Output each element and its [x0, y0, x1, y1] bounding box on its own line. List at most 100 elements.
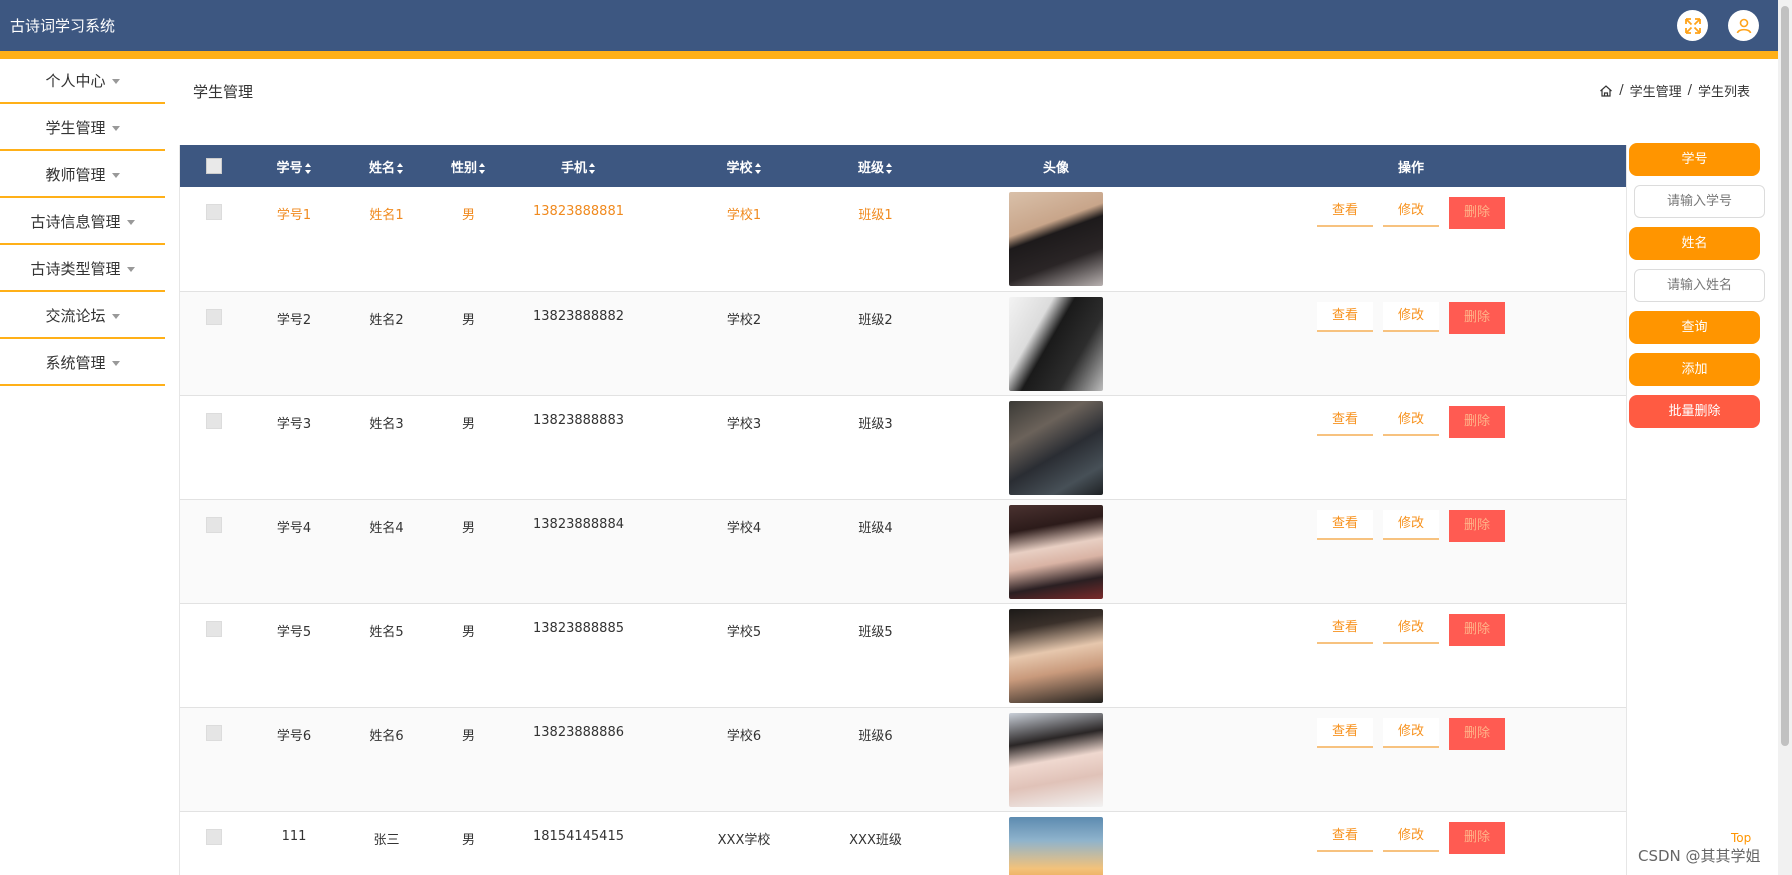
row-checkbox[interactable] [206, 204, 222, 220]
view-button[interactable]: 查看 [1317, 301, 1373, 332]
cell-id: 学号2 [276, 312, 312, 328]
name-search-input[interactable] [1634, 269, 1765, 302]
cell-school: 学校4 [726, 520, 762, 536]
sort-icon[interactable] [589, 162, 596, 174]
cell-gender: 男 [461, 520, 475, 536]
sort-icon[interactable] [754, 162, 762, 174]
sidebar-item-teacher-management[interactable]: 教师管理 [0, 153, 165, 198]
row-checkbox[interactable] [206, 724, 222, 741]
cell-phone: 18154145415 [533, 828, 624, 844]
column-header-label: 学号 [276, 160, 303, 176]
delete-button[interactable]: 删除 [1449, 613, 1505, 646]
column-header-school[interactable]: 学校 [653, 145, 835, 187]
student-table: 学号 姓名 性别 手机 学校 班级 头像 操作 学号1 姓名1 男 138238… [180, 145, 1626, 875]
column-header-name[interactable]: 姓名 [340, 145, 433, 187]
user-button[interactable] [1728, 10, 1759, 41]
row-checkbox[interactable] [206, 308, 222, 325]
edit-button[interactable]: 修改 [1383, 717, 1439, 748]
breadcrumb-separator: / [1619, 83, 1624, 98]
delete-button[interactable]: 删除 [1449, 821, 1505, 854]
query-button[interactable]: 查询 [1629, 311, 1760, 344]
breadcrumb-item[interactable]: 学生管理 [1630, 81, 1682, 100]
view-button[interactable]: 查看 [1317, 821, 1373, 852]
delete-button[interactable]: 删除 [1449, 405, 1505, 438]
row-checkbox[interactable] [206, 828, 222, 845]
row-checkbox[interactable] [206, 412, 222, 429]
cell-id: 学号5 [276, 624, 312, 640]
column-header-id[interactable]: 学号 [248, 145, 340, 187]
column-header-gender[interactable]: 性别 [433, 145, 504, 187]
caret-down-icon [126, 267, 135, 272]
table-row[interactable]: 学号5 姓名5 男 13823888885 学校5 班级5 查看 修改 删除 [180, 603, 1626, 707]
search-panel: 学号 姓名 查询 添加 批量删除 [1629, 143, 1765, 437]
table-row[interactable]: 学号3 姓名3 男 13823888883 学校3 班级3 查看 修改 删除 [180, 395, 1626, 499]
view-button[interactable]: 查看 [1317, 197, 1373, 227]
add-button[interactable]: 添加 [1629, 353, 1760, 386]
batch-delete-button[interactable]: 批量删除 [1629, 395, 1760, 428]
select-all-cell [180, 145, 248, 187]
select-all-checkbox[interactable] [206, 158, 222, 174]
view-button[interactable]: 查看 [1317, 717, 1373, 748]
delete-button[interactable]: 删除 [1449, 197, 1505, 229]
fullscreen-button[interactable] [1677, 10, 1708, 41]
page-scrollbar[interactable] [1778, 0, 1792, 875]
table-header-row: 学号 姓名 性别 手机 学校 班级 头像 操作 [180, 145, 1626, 187]
edit-button[interactable]: 修改 [1383, 301, 1439, 332]
cell-phone: 13823888886 [533, 724, 624, 740]
avatar [1009, 504, 1103, 599]
table-row[interactable]: 111 张三 男 18154145415 XXX学校 XXX班级 查看 修改 删… [180, 811, 1626, 875]
edit-button[interactable]: 修改 [1383, 197, 1439, 227]
sidebar-item-personal-center[interactable]: 个人中心 [0, 59, 165, 104]
delete-button[interactable]: 删除 [1449, 717, 1505, 750]
cell-gender: 男 [461, 624, 475, 640]
table-row[interactable]: 学号2 姓名2 男 13823888882 学校2 班级2 查看 修改 删除 [180, 291, 1626, 395]
home-icon[interactable] [1599, 84, 1613, 98]
sidebar-item-forum[interactable]: 交流论坛 [0, 294, 165, 339]
sidebar-item-poem-type-management[interactable]: 古诗类型管理 [0, 247, 165, 292]
cell-gender: 男 [461, 832, 475, 848]
view-button[interactable]: 查看 [1317, 613, 1373, 644]
cell-school: 学校3 [726, 416, 762, 432]
cell-id: 学号3 [276, 416, 312, 432]
top-bar: 古诗词学习系统 [0, 0, 1778, 59]
table-row[interactable]: 学号1 姓名1 男 13823888881 学校1 班级1 查看 修改 删除 [180, 187, 1626, 291]
row-checkbox[interactable] [206, 620, 222, 637]
caret-down-icon [111, 79, 120, 84]
table-row[interactable]: 学号6 姓名6 男 13823888886 学校6 班级6 查看 修改 删除 [180, 707, 1626, 811]
sidebar-item-label: 古诗类型管理 [30, 260, 121, 278]
sidebar-item-student-management[interactable]: 学生管理 [0, 106, 165, 151]
sidebar-item-system-management[interactable]: 系统管理 [0, 341, 165, 386]
view-button[interactable]: 查看 [1317, 509, 1373, 540]
delete-button[interactable]: 删除 [1449, 301, 1505, 334]
cell-class: 班级2 [858, 312, 893, 328]
view-button[interactable]: 查看 [1317, 405, 1373, 436]
sidebar-item-poem-info-management[interactable]: 古诗信息管理 [0, 200, 165, 245]
sort-icon[interactable] [479, 162, 486, 174]
delete-button[interactable]: 删除 [1449, 509, 1505, 542]
cell-id: 111 [281, 828, 307, 844]
sort-icon[interactable] [304, 162, 312, 174]
column-header-phone[interactable]: 手机 [504, 145, 653, 187]
sort-icon[interactable] [397, 162, 404, 174]
sort-icon[interactable] [886, 162, 893, 174]
cell-class: 班级3 [858, 416, 893, 432]
edit-button[interactable]: 修改 [1383, 405, 1439, 436]
cell-name: 姓名5 [369, 624, 404, 640]
sidebar-item-label: 系统管理 [45, 354, 106, 372]
scrollbar-thumb[interactable] [1781, 6, 1789, 746]
edit-button[interactable]: 修改 [1383, 509, 1439, 540]
row-checkbox[interactable] [206, 516, 222, 533]
table-row[interactable]: 学号4 姓名4 男 13823888884 学校4 班级4 查看 修改 删除 [180, 499, 1626, 603]
cell-phone: 13823888885 [533, 620, 624, 636]
back-to-top-link[interactable]: Top [1731, 831, 1751, 845]
edit-button[interactable]: 修改 [1383, 821, 1439, 852]
sidebar-item-label: 交流论坛 [45, 307, 106, 325]
breadcrumb-separator: / [1687, 83, 1692, 98]
avatar [1009, 400, 1103, 495]
cell-name: 姓名3 [369, 416, 404, 432]
id-search-input[interactable] [1634, 185, 1765, 218]
edit-button[interactable]: 修改 [1383, 613, 1439, 644]
fullscreen-icon [1684, 17, 1701, 34]
column-header-label: 学校 [726, 160, 753, 176]
column-header-class[interactable]: 班级 [835, 145, 916, 187]
